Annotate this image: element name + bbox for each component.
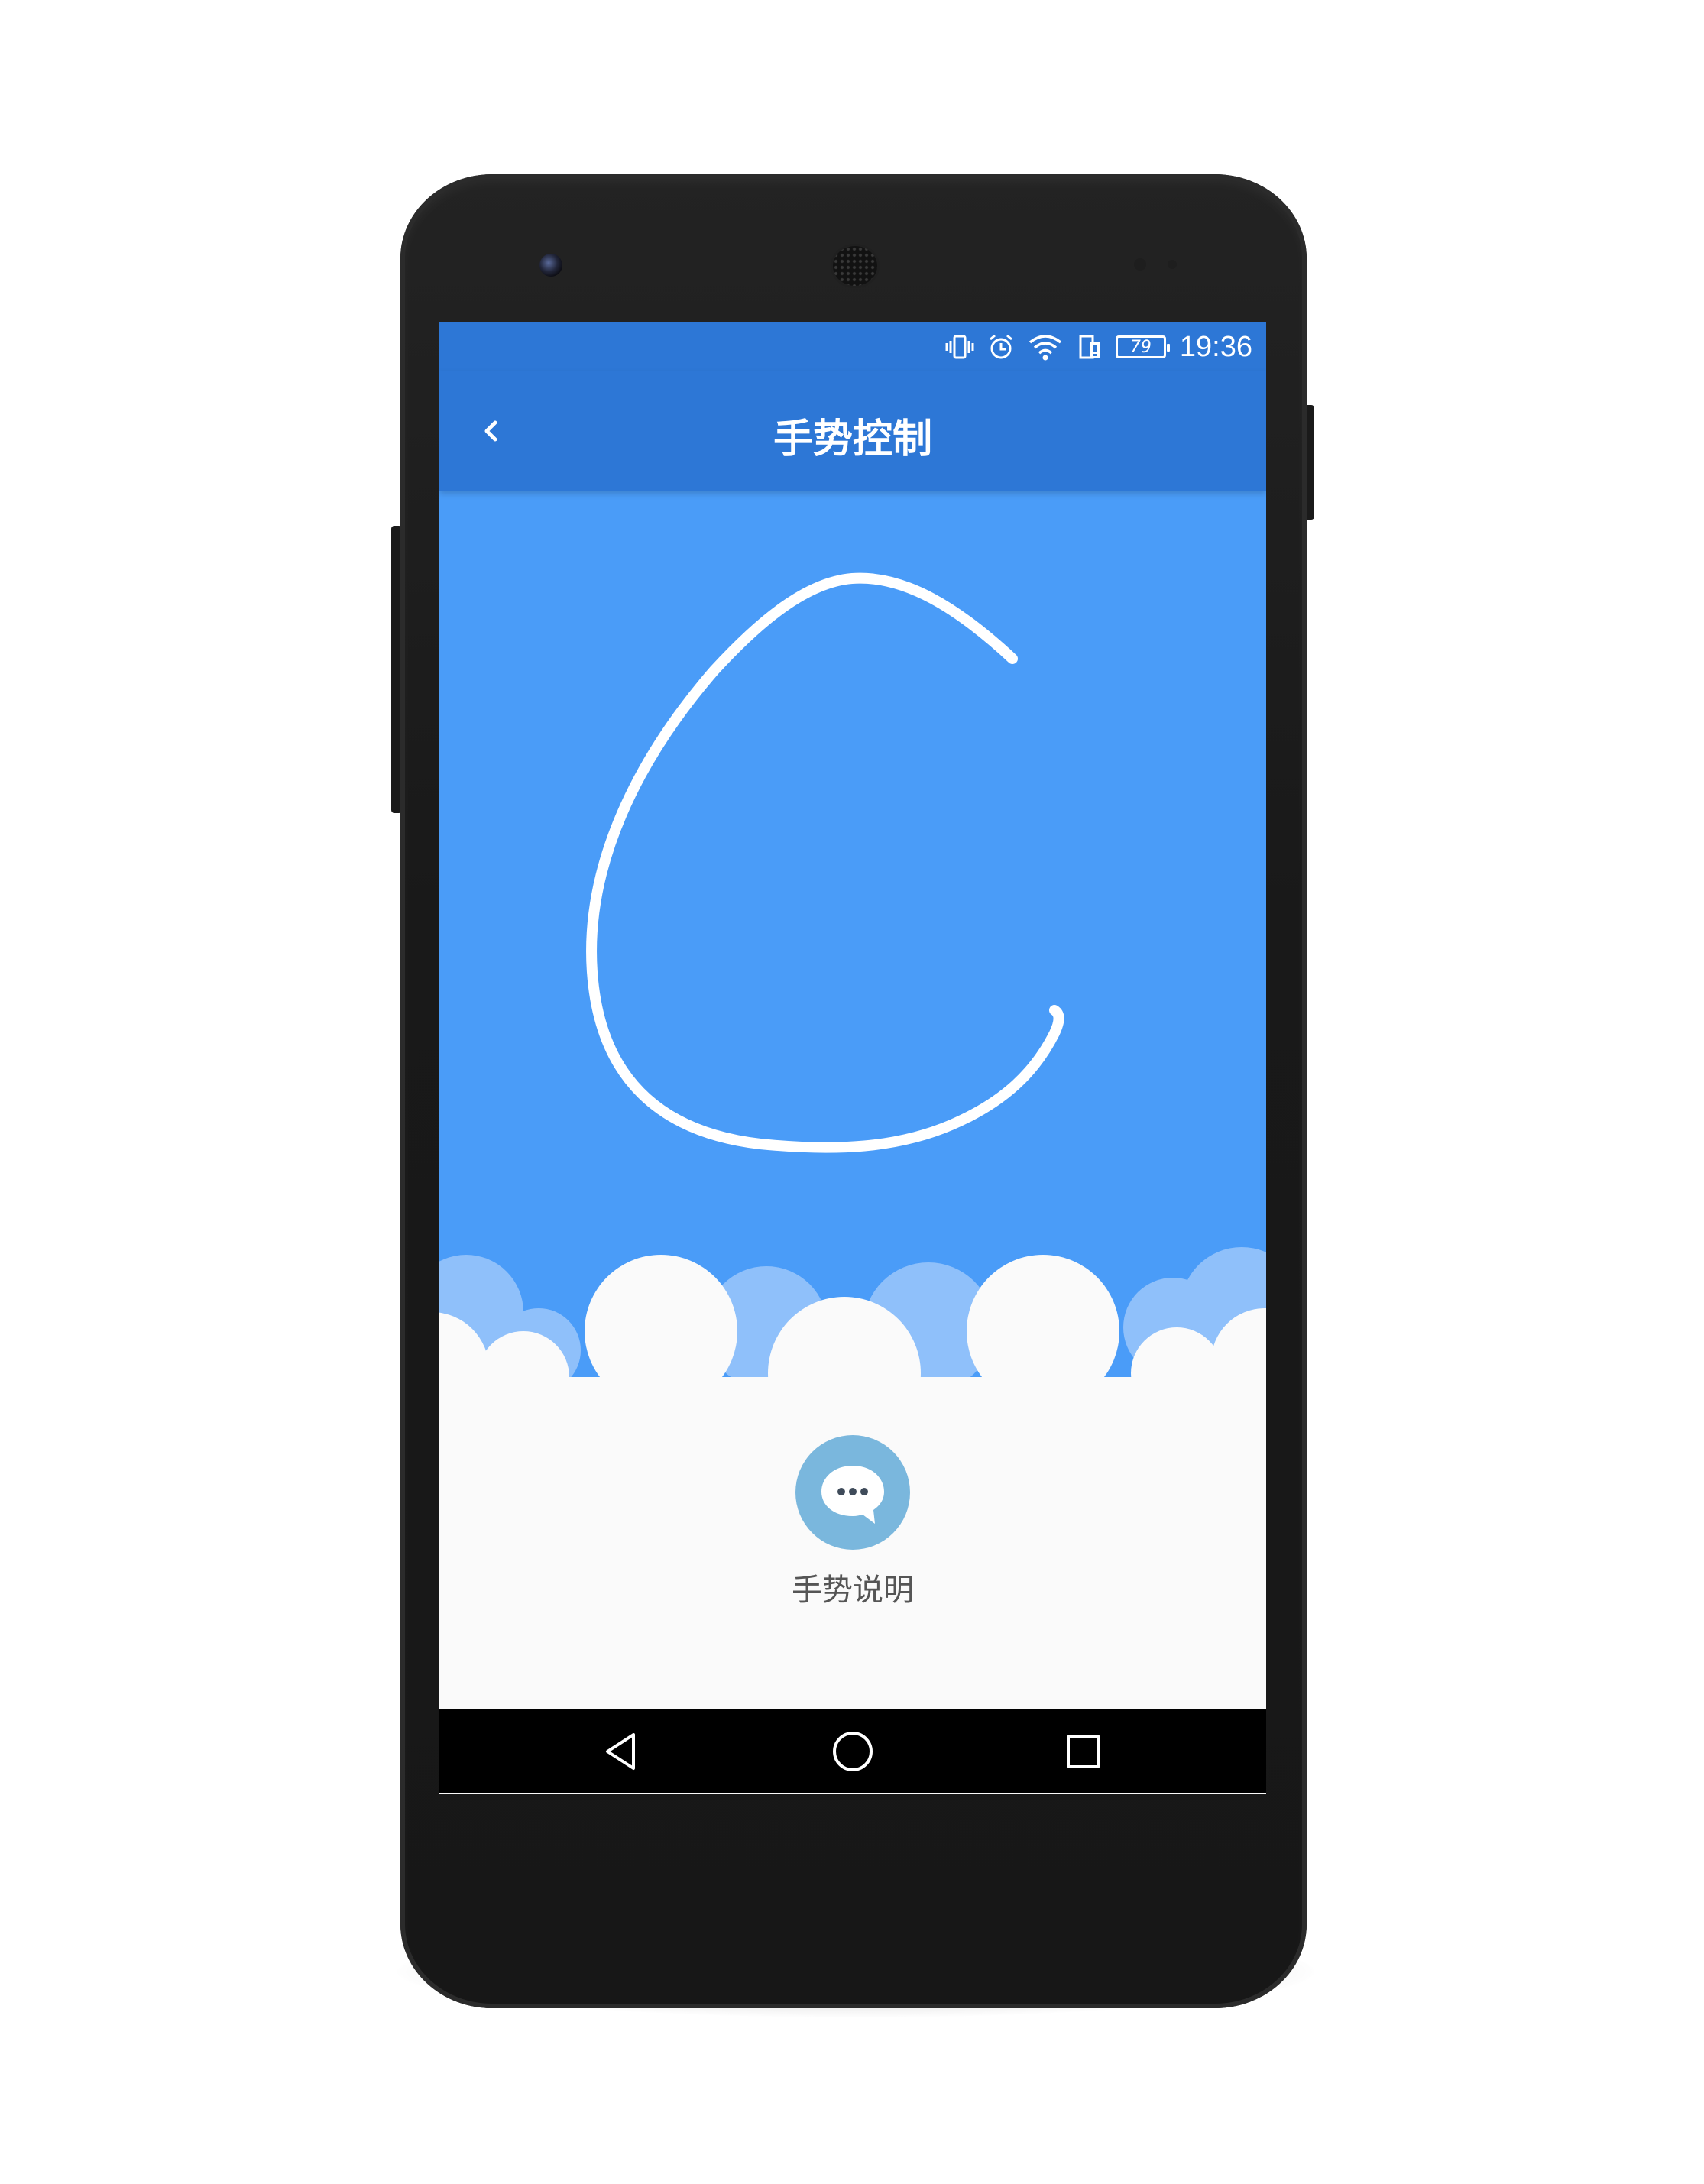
home-circle-icon: [833, 1732, 873, 1771]
alarm-icon: [989, 334, 1012, 359]
battery-level: 79: [1129, 337, 1152, 357]
help-label[interactable]: 手势说明: [439, 1565, 1266, 1609]
chat-bubble-icon: [821, 1466, 884, 1524]
page-title: 手势控制: [773, 416, 932, 462]
navigation-bar: [439, 1709, 1266, 1793]
back-triangle-icon: [606, 1733, 635, 1770]
sim-icon: [1079, 335, 1100, 359]
screen: 79 19:36 手势控制 手势说明: [439, 322, 1266, 1794]
status-bar: 79 19:36: [439, 322, 1266, 371]
recents-square-icon: [1067, 1735, 1100, 1768]
nav-home-button[interactable]: [824, 1722, 882, 1781]
nav-back-button[interactable]: [592, 1722, 650, 1781]
light-sensor: [1168, 260, 1177, 269]
front-camera: [539, 254, 562, 277]
proximity-sensor: [1134, 258, 1146, 271]
battery-icon: 79: [1115, 335, 1170, 358]
earpiece-speaker: [833, 246, 877, 286]
app-bar: 手势控制: [439, 371, 1266, 491]
wifi-icon: [1029, 335, 1061, 361]
nav-recents-button[interactable]: [1054, 1722, 1113, 1781]
status-time: 19:36: [1179, 330, 1252, 363]
status-icons: 79 19:36: [944, 329, 1252, 365]
vibrate-icon: [945, 335, 974, 359]
help-button[interactable]: [795, 1435, 910, 1550]
